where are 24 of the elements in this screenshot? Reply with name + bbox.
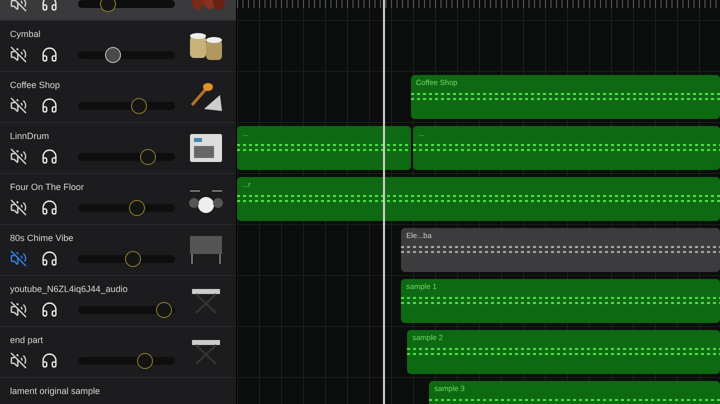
solo-headphones-button[interactable] [41, 250, 58, 267]
solo-headphones-button[interactable] [41, 0, 58, 12]
slider-thumb[interactable] [131, 98, 148, 114]
slider-thumb[interactable] [156, 302, 172, 318]
solo-headphones-button[interactable] [41, 148, 58, 165]
track-name: lament original sample [10, 386, 102, 397]
track-name: Cymbal [10, 29, 42, 40]
track-name: Coffee Shop [10, 80, 61, 91]
solo-headphones-button[interactable] [41, 97, 58, 114]
slider-thumb[interactable] [140, 148, 156, 164]
track-name: end part [10, 335, 44, 346]
slider-thumb[interactable] [100, 0, 116, 12]
track-name: 80s Chime Vibe [10, 233, 74, 244]
track-name: Four On The Floor [10, 182, 85, 193]
track-name: youtube_N6ZL4iq6J44_audio [10, 284, 129, 295]
solo-headphones-button[interactable] [41, 46, 58, 63]
slider-thumb[interactable] [136, 352, 153, 368]
slider-thumb[interactable] [125, 250, 142, 266]
solo-headphones-button[interactable] [41, 199, 58, 216]
solo-headphones-button[interactable] [41, 301, 58, 318]
track-name: LinnDrum [10, 131, 50, 142]
solo-headphones-button[interactable] [41, 352, 58, 369]
slider-thumb[interactable] [104, 46, 121, 62]
slider-thumb[interactable] [129, 200, 146, 216]
